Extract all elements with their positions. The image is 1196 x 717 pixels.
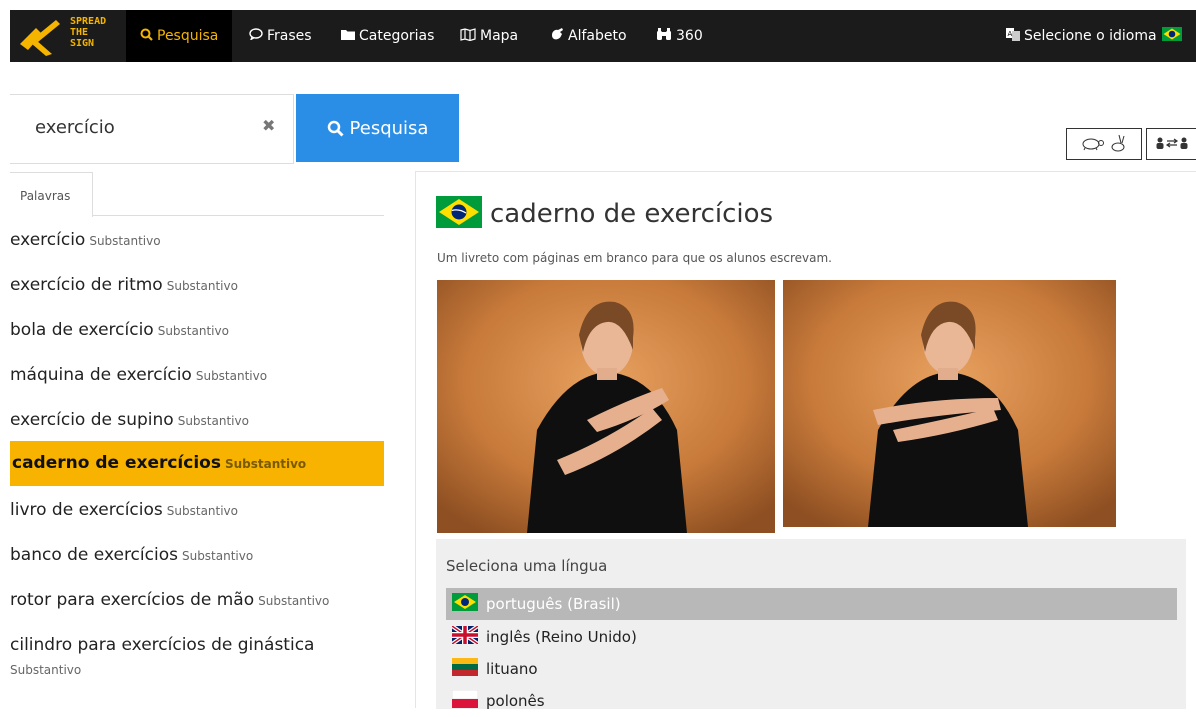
list-item[interactable]: livro de exercícios Substantivo (10, 500, 384, 520)
search-icon (140, 28, 153, 45)
pos-label: Substantivo (177, 414, 249, 428)
nav-item-label: 360 (676, 28, 703, 44)
word-label: rotor para exercícios de mão (10, 590, 255, 610)
detail-header: caderno de exercícios (436, 196, 773, 232)
logo-line: SPREAD (70, 16, 107, 27)
page-title: caderno de exercícios (490, 199, 774, 229)
language-label: português (Brasil) (486, 595, 621, 613)
speed-toggle-button[interactable] (1066, 128, 1142, 160)
word-label: bola de exercício (10, 320, 154, 340)
list-item[interactable]: bola de exercício Substantivo (10, 320, 384, 340)
folder-icon (341, 28, 355, 44)
top-navbar: SPREAD THE SIGN Pesquisa Frases Categori… (10, 10, 1196, 62)
list-item-selected[interactable]: caderno de exercícios Substantivo (10, 441, 384, 486)
speech-bubble-icon (249, 28, 263, 44)
logo-line: SIGN (70, 38, 95, 49)
language-option[interactable]: inglês (Reino Unido) (446, 621, 1177, 653)
sign-video-image (783, 280, 1116, 527)
word-label: caderno de exercícios (12, 453, 221, 473)
nav-item-alfabeto[interactable]: Alfabeto (550, 10, 627, 62)
word-label: livro de exercícios (10, 500, 163, 520)
translate-icon: A (1006, 27, 1020, 45)
nav-item-label: Mapa (480, 28, 519, 44)
nav-item-label: Frases (267, 28, 312, 44)
sign-video-image (437, 280, 775, 533)
sign-video-frame-2[interactable] (783, 280, 1116, 527)
pos-label: Substantivo (166, 504, 239, 518)
nav-item-label: Pesquisa (157, 28, 219, 44)
poland-flag-icon (451, 689, 479, 712)
lithuania-flag-icon (452, 658, 478, 680)
brazil-flag-icon (436, 196, 482, 232)
tab-palavras[interactable]: Palavras (10, 172, 93, 217)
sign-video-frame-1[interactable] (437, 280, 775, 533)
uk-flag-icon (450, 624, 480, 648)
word-label: banco de exercícios (10, 545, 178, 565)
search-button-label: Pesquisa (349, 117, 429, 139)
content-divider-top (415, 171, 1196, 172)
language-option[interactable]: polonês (446, 685, 1177, 717)
turtle-icon (1079, 135, 1105, 154)
nav-item-360[interactable]: 360 (656, 10, 703, 62)
signer-swap-button[interactable] (1146, 128, 1196, 160)
pos-label: Substantivo (89, 234, 161, 248)
nav-item-pesquisa[interactable]: Pesquisa (126, 10, 233, 62)
language-label: polonês (486, 692, 545, 710)
pos-label: Substantivo (224, 457, 307, 471)
search-box: exercício ✖ (10, 94, 294, 164)
spread-the-sign-logo[interactable]: SPREAD THE SIGN (16, 14, 116, 58)
pos-label: Substantivo (166, 279, 238, 293)
binoculars-icon (656, 27, 672, 45)
nav-item-label: Alfabeto (568, 28, 627, 44)
list-item[interactable]: cilindro para exercícios de ginástica Sub… (10, 635, 384, 685)
language-selector-label: Selecione o idioma (1024, 28, 1157, 44)
pos-label: Substantivo (10, 663, 82, 677)
word-label: exercício de supino (10, 410, 174, 430)
clear-search-icon[interactable]: ✖ (262, 116, 275, 135)
word-label: exercício de ritmo (10, 275, 163, 295)
logo-icon (20, 20, 60, 56)
user-swap-icon (1155, 137, 1189, 152)
nav-item-categorias[interactable]: Categorias (341, 10, 434, 62)
playback-controls (1066, 128, 1196, 160)
pos-label: Substantivo (181, 549, 254, 563)
nav-item-mapa[interactable]: Mapa (460, 10, 518, 62)
language-panel: Seleciona uma língua português (Brasil) … (436, 539, 1186, 710)
svg-text:A: A (1008, 30, 1013, 38)
search-input[interactable]: exercício (35, 117, 115, 138)
pos-label: Substantivo (157, 324, 229, 338)
tab-divider (92, 215, 384, 216)
word-label: exercício (10, 230, 86, 250)
language-label: inglês (Reino Unido) (486, 628, 637, 646)
tab-label: Palavras (20, 189, 71, 203)
map-icon (460, 27, 476, 45)
language-panel-title: Seleciona uma língua (446, 557, 608, 575)
brazil-flag-icon (1161, 27, 1182, 45)
language-option-selected[interactable]: português (Brasil) (446, 588, 1177, 620)
pos-label: Substantivo (195, 369, 268, 383)
language-label: lituano (486, 660, 538, 678)
search-icon (327, 120, 344, 137)
definition-text: Um livreto com páginas em branco para qu… (437, 251, 832, 265)
language-option[interactable]: lituano (446, 653, 1177, 685)
list-item[interactable]: rotor para exercícios de mão Substantivo (10, 590, 384, 610)
word-label: cilindro para exercícios de ginástica (10, 635, 315, 655)
language-selector[interactable]: A Selecione o idioma (1006, 10, 1182, 62)
list-item[interactable]: exercício de supino Substantivo (10, 410, 384, 430)
brazil-flag-icon (452, 593, 478, 615)
nav-item-frases[interactable]: Frases (249, 10, 312, 62)
nav-item-label: Categorias (359, 28, 435, 44)
list-item[interactable]: banco de exercícios Substantivo (10, 545, 384, 565)
list-item[interactable]: exercício Substantivo (10, 230, 384, 250)
pos-label: Substantivo (258, 594, 330, 608)
logo-line: THE (70, 27, 89, 38)
list-item[interactable]: exercício de ritmo Substantivo (10, 275, 384, 295)
logo-text: SPREAD THE SIGN (70, 16, 106, 49)
search-button[interactable]: Pesquisa (296, 94, 459, 162)
word-label: máquina de exercício (10, 365, 192, 385)
content-divider (415, 172, 416, 708)
hand-icon (550, 27, 564, 45)
rabbit-icon (1109, 134, 1129, 155)
list-item[interactable]: máquina de exercício Substantivo (10, 365, 384, 385)
